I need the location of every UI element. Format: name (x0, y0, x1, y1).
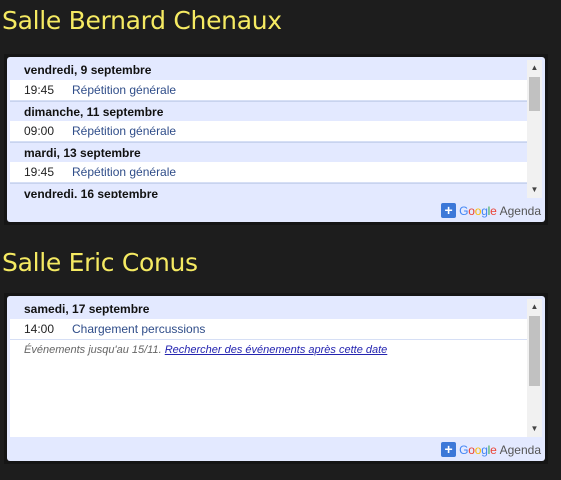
day-header: mardi, 13 septembre (10, 142, 530, 162)
agenda-list[interactable]: samedi, 17 septembre 14:00 Chargement per… (10, 299, 530, 437)
event-title-link[interactable]: Chargement percussions (72, 322, 205, 336)
chevron-down-icon[interactable]: ▼ (527, 182, 542, 198)
chevron-up-icon[interactable]: ▲ (527, 60, 542, 76)
scrollbar[interactable]: ▲ ▼ (527, 299, 542, 437)
agenda-frame: samedi, 17 septembre 14:00 Chargement per… (7, 296, 545, 461)
agenda-label: Agenda (499, 203, 541, 218)
event-row[interactable]: 14:00 Chargement percussions (10, 319, 530, 340)
agenda-list[interactable]: vendredi, 9 septembre 19:45 Répétition gé… (10, 60, 530, 198)
calendar-widget-bernard-chenaux: vendredi, 9 septembre 19:45 Répétition gé… (4, 54, 548, 225)
google-agenda-button[interactable]: + Google Agenda (441, 441, 541, 458)
day-header: vendredi, 9 septembre (10, 60, 530, 80)
day-header: dimanche, 11 septembre (10, 101, 530, 121)
section-title: Salle Bernard Chenaux (2, 6, 282, 35)
event-title-link[interactable]: Répétition générale (72, 124, 176, 138)
plus-icon: + (441, 203, 457, 218)
scrollbar-thumb[interactable] (529, 316, 540, 386)
plus-icon: + (441, 442, 457, 457)
day-header: vendredi, 16 septembre (10, 183, 530, 198)
event-time: 19:45 (24, 83, 55, 97)
agenda-frame: vendredi, 9 septembre 19:45 Répétition gé… (7, 57, 545, 222)
google-logo: Google (459, 203, 497, 218)
event-time: 09:00 (24, 124, 55, 138)
chevron-down-icon[interactable]: ▼ (527, 421, 542, 437)
events-range-text: Événements jusqu'au 15/11. (24, 344, 162, 356)
event-row[interactable]: 19:45 Répétition générale (10, 80, 530, 101)
events-range-note: Événements jusqu'au 15/11. Rechercher de… (10, 340, 530, 360)
day-header: samedi, 17 septembre (10, 299, 530, 319)
calendar-widget-eric-conus: samedi, 17 septembre 14:00 Chargement per… (4, 293, 548, 464)
scrollbar-thumb[interactable] (529, 77, 540, 111)
google-agenda-button[interactable]: + Google Agenda (441, 202, 541, 219)
event-row[interactable]: 09:00 Répétition générale (10, 121, 530, 142)
google-logo: Google (459, 442, 497, 457)
search-later-events-link[interactable]: Rechercher des événements après cette da… (165, 344, 388, 356)
scrollbar[interactable]: ▲ ▼ (527, 60, 542, 198)
chevron-up-icon[interactable]: ▲ (527, 299, 542, 315)
event-title-link[interactable]: Répétition générale (72, 165, 176, 179)
event-time: 19:45 (24, 165, 55, 179)
event-title-link[interactable]: Répétition générale (72, 83, 176, 97)
event-time: 14:00 (24, 322, 55, 336)
agenda-label: Agenda (499, 442, 541, 457)
event-row[interactable]: 19:45 Répétition générale (10, 162, 530, 183)
section-title: Salle Eric Conus (2, 248, 198, 277)
